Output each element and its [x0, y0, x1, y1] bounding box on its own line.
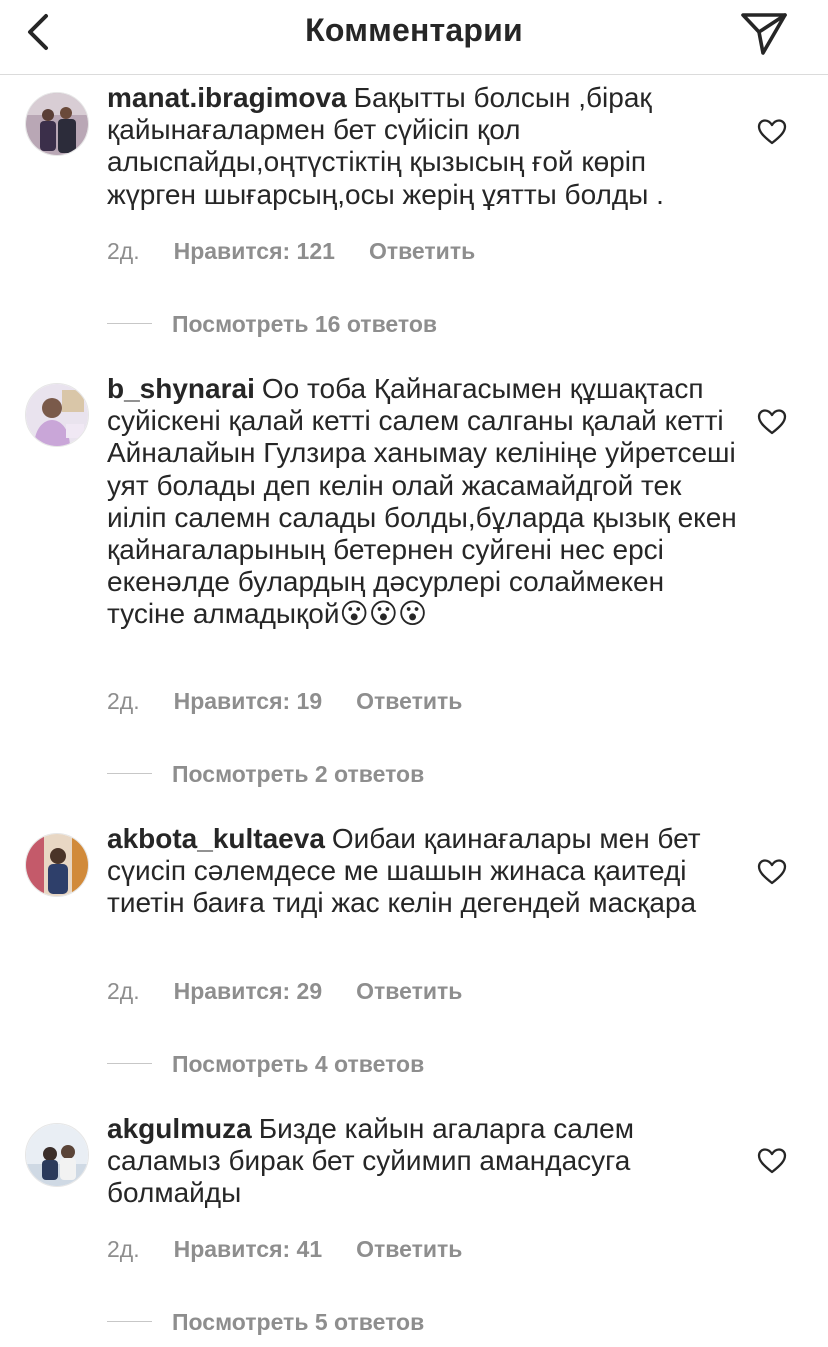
comment-username[interactable]: akbota_kultaeva: [107, 823, 325, 854]
reply-button[interactable]: Ответить: [356, 978, 462, 1005]
replies-divider: [107, 773, 152, 775]
likes-count[interactable]: Нравится: 19: [174, 688, 323, 715]
view-replies-label: Посмотреть 16 ответов: [172, 311, 438, 337]
comment-time: 2д.: [107, 978, 140, 1004]
avatar[interactable]: [25, 1123, 89, 1187]
comment-time: 2д.: [107, 1236, 140, 1262]
view-replies-label: Посмотреть 2 ответов: [172, 761, 425, 787]
view-replies-button[interactable]: Посмотреть 5 ответов: [107, 1309, 424, 1336]
comment-username[interactable]: akgulmuza: [107, 1113, 252, 1144]
likes-count[interactable]: Нравится: 121: [174, 238, 335, 265]
comment-meta: 2д. Нравится: 29 Ответить: [107, 978, 462, 1005]
view-replies-button[interactable]: Посмотреть 4 ответов: [107, 1051, 424, 1078]
comment-body: Оо тоба Қайнагасымен құшақтасп суйіскені…: [107, 373, 737, 630]
comment-meta: 2д. Нравится: 121 Ответить: [107, 238, 475, 265]
heart-icon[interactable]: [757, 408, 787, 436]
view-replies-button[interactable]: Посмотреть 16 ответов: [107, 311, 437, 338]
comment-username[interactable]: b_shynarai: [107, 373, 255, 404]
view-replies-label: Посмотреть 4 ответов: [172, 1051, 425, 1077]
view-replies-button[interactable]: Посмотреть 2 ответов: [107, 761, 424, 788]
header-bar: Комментарии: [0, 0, 828, 75]
view-replies-label: Посмотреть 5 ответов: [172, 1309, 425, 1335]
comment-time: 2д.: [107, 238, 140, 264]
comment-meta: 2д. Нравится: 19 Ответить: [107, 688, 462, 715]
comment-text: akbota_kultaeva Оибаи қаинағалары мен бет…: [107, 823, 737, 920]
comment-text: manat.ibragimova Бақытты болсын ,бірақ қа…: [107, 82, 737, 211]
comment-meta: 2д. Нравится: 41 Ответить: [107, 1236, 462, 1263]
comment-time: 2д.: [107, 688, 140, 714]
avatar[interactable]: [25, 833, 89, 897]
avatar[interactable]: [25, 92, 89, 156]
reply-button[interactable]: Ответить: [369, 238, 475, 265]
replies-divider: [107, 1063, 152, 1065]
comment-text: b_shynarai Оо тоба Қайнагасымен құшақтасп…: [107, 373, 737, 631]
heart-icon[interactable]: [757, 118, 787, 146]
replies-divider: [107, 323, 152, 325]
heart-icon[interactable]: [757, 858, 787, 886]
comment-username[interactable]: manat.ibragimova: [107, 82, 347, 113]
share-button[interactable]: [738, 8, 790, 56]
likes-count[interactable]: Нравится: 41: [174, 1236, 323, 1263]
comment-text: akgulmuza Бизде кайын агаларга салем сала…: [107, 1113, 737, 1210]
reply-button[interactable]: Ответить: [356, 1236, 462, 1263]
heart-icon[interactable]: [757, 1147, 787, 1175]
page-title: Комментарии: [305, 12, 523, 48]
replies-divider: [107, 1321, 152, 1323]
reply-button[interactable]: Ответить: [356, 688, 462, 715]
paper-plane-icon: [741, 13, 787, 55]
likes-count[interactable]: Нравится: 29: [174, 978, 323, 1005]
avatar[interactable]: [25, 383, 89, 447]
